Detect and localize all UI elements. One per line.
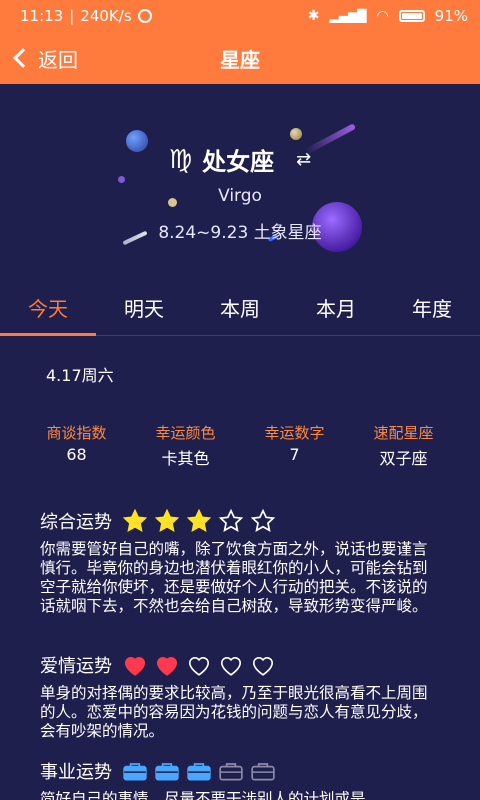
- planet-decoration: [118, 176, 125, 183]
- signal-icon: ▂▄▆█: [329, 9, 367, 23]
- overall-rating: [122, 508, 276, 534]
- planet-decoration: [290, 128, 302, 140]
- stat-value: 卡其色: [161, 449, 210, 468]
- briefcase-icon: [122, 760, 148, 782]
- love-fortune: 爱情运势 单身的对择偶的要求比较高，乃至于眼光很高看不上周围的人。恋爱中的容易因…: [40, 652, 440, 741]
- tab-tomorrow[interactable]: 明天: [96, 284, 192, 335]
- heart-outline-icon: [186, 653, 212, 677]
- heart-outline-icon: [218, 653, 244, 677]
- alarm-icon: [137, 9, 152, 23]
- star-outline-icon: [218, 508, 244, 534]
- zodiac-hero: ♍ 处女座 ⇄ Virgo 8.24~9.23 土象星座: [0, 84, 480, 284]
- status-time: 11:13: [20, 7, 64, 25]
- career-fortune: 事业运势 简好自己的事情，尽量不要干涉别人的计划或是: [40, 758, 440, 800]
- stat-match-sign: 速配星座 双子座: [349, 422, 458, 469]
- stat-label: 幸运数字: [264, 424, 325, 442]
- virgo-icon: ♍: [168, 144, 193, 175]
- back-button[interactable]: 返回: [12, 32, 78, 84]
- briefcase-outline-icon: [218, 760, 244, 782]
- briefcase-outline-icon: [250, 760, 276, 782]
- star-icon: [122, 508, 148, 534]
- section-text: 单身的对择偶的要求比较高，乃至于眼光很高看不上周围的人。恋爱中的容易因为花钱的问…: [40, 684, 428, 740]
- forecast-date: 4.17周六: [46, 366, 114, 385]
- overall-fortune: 综合运势 你需要管好自己的嘴，除了饮食方面之外，说话也要谨言慎行。毕竟你的身边也…: [40, 508, 440, 616]
- section-title: 综合运势: [40, 512, 112, 533]
- switch-sign-icon[interactable]: ⇄: [296, 149, 311, 170]
- stat-value: 双子座: [379, 449, 428, 468]
- stat-label: 幸运颜色: [155, 424, 216, 442]
- star-icon: [186, 508, 212, 534]
- wifi-icon: ◠: [376, 8, 389, 24]
- stat-label: 速配星座: [373, 424, 434, 442]
- battery-level: 91%: [434, 7, 468, 25]
- back-label: 返回: [38, 47, 78, 72]
- love-rating: [122, 653, 276, 677]
- star-outline-icon: [250, 508, 276, 534]
- nav-bar: 返回 星座: [0, 32, 480, 84]
- chevron-left-icon: [13, 48, 33, 68]
- stat-lucky-color: 幸运颜色 卡其色: [131, 422, 240, 469]
- star-icon: [154, 508, 180, 534]
- tab-week[interactable]: 本周: [192, 284, 288, 335]
- stat-value: 7: [289, 445, 300, 464]
- status-bar: 11:13 | 240K/s ✱ ▂▄▆█ ◠ 91%: [0, 0, 480, 32]
- tab-today[interactable]: 今天: [0, 284, 96, 336]
- tab-month[interactable]: 本月: [288, 284, 384, 335]
- section-text: 简好自己的事情，尽量不要干涉别人的计划或是: [40, 790, 366, 800]
- network-speed: 240K/s: [80, 7, 132, 25]
- heart-icon: [122, 653, 148, 677]
- sign-date-range: 8.24~9.23 土象星座: [158, 223, 322, 243]
- heart-icon: [154, 653, 180, 677]
- page-title: 星座: [220, 47, 260, 72]
- briefcase-icon: [186, 760, 212, 782]
- lucky-stats: 商谈指数 68 幸运颜色 卡其色 幸运数字 7 速配星座 双子座: [22, 422, 458, 469]
- section-title: 事业运势: [40, 762, 112, 783]
- period-tabs: 今天 明天 本周 本月 年度: [0, 284, 480, 336]
- section-title: 爱情运势: [40, 656, 112, 677]
- heart-outline-icon: [250, 653, 276, 677]
- bluetooth-icon: ✱: [307, 8, 320, 24]
- stat-lucky-number: 幸运数字 7: [240, 422, 349, 469]
- career-rating: [122, 760, 276, 782]
- section-text: 你需要管好自己的嘴，除了饮食方面之外，说话也要谨言慎行。毕竟你的身边也潜伏着眼红…: [40, 540, 428, 615]
- stat-value: 68: [66, 445, 87, 464]
- stat-negotiation: 商谈指数 68: [22, 422, 131, 469]
- tab-year[interactable]: 年度: [384, 284, 480, 335]
- briefcase-icon: [154, 760, 180, 782]
- sign-header: ♍ 处女座 ⇄: [0, 142, 480, 177]
- sign-english-name: Virgo: [218, 186, 262, 206]
- stat-label: 商谈指数: [46, 424, 107, 442]
- battery-icon: [398, 10, 425, 22]
- sign-name: 处女座: [202, 148, 275, 176]
